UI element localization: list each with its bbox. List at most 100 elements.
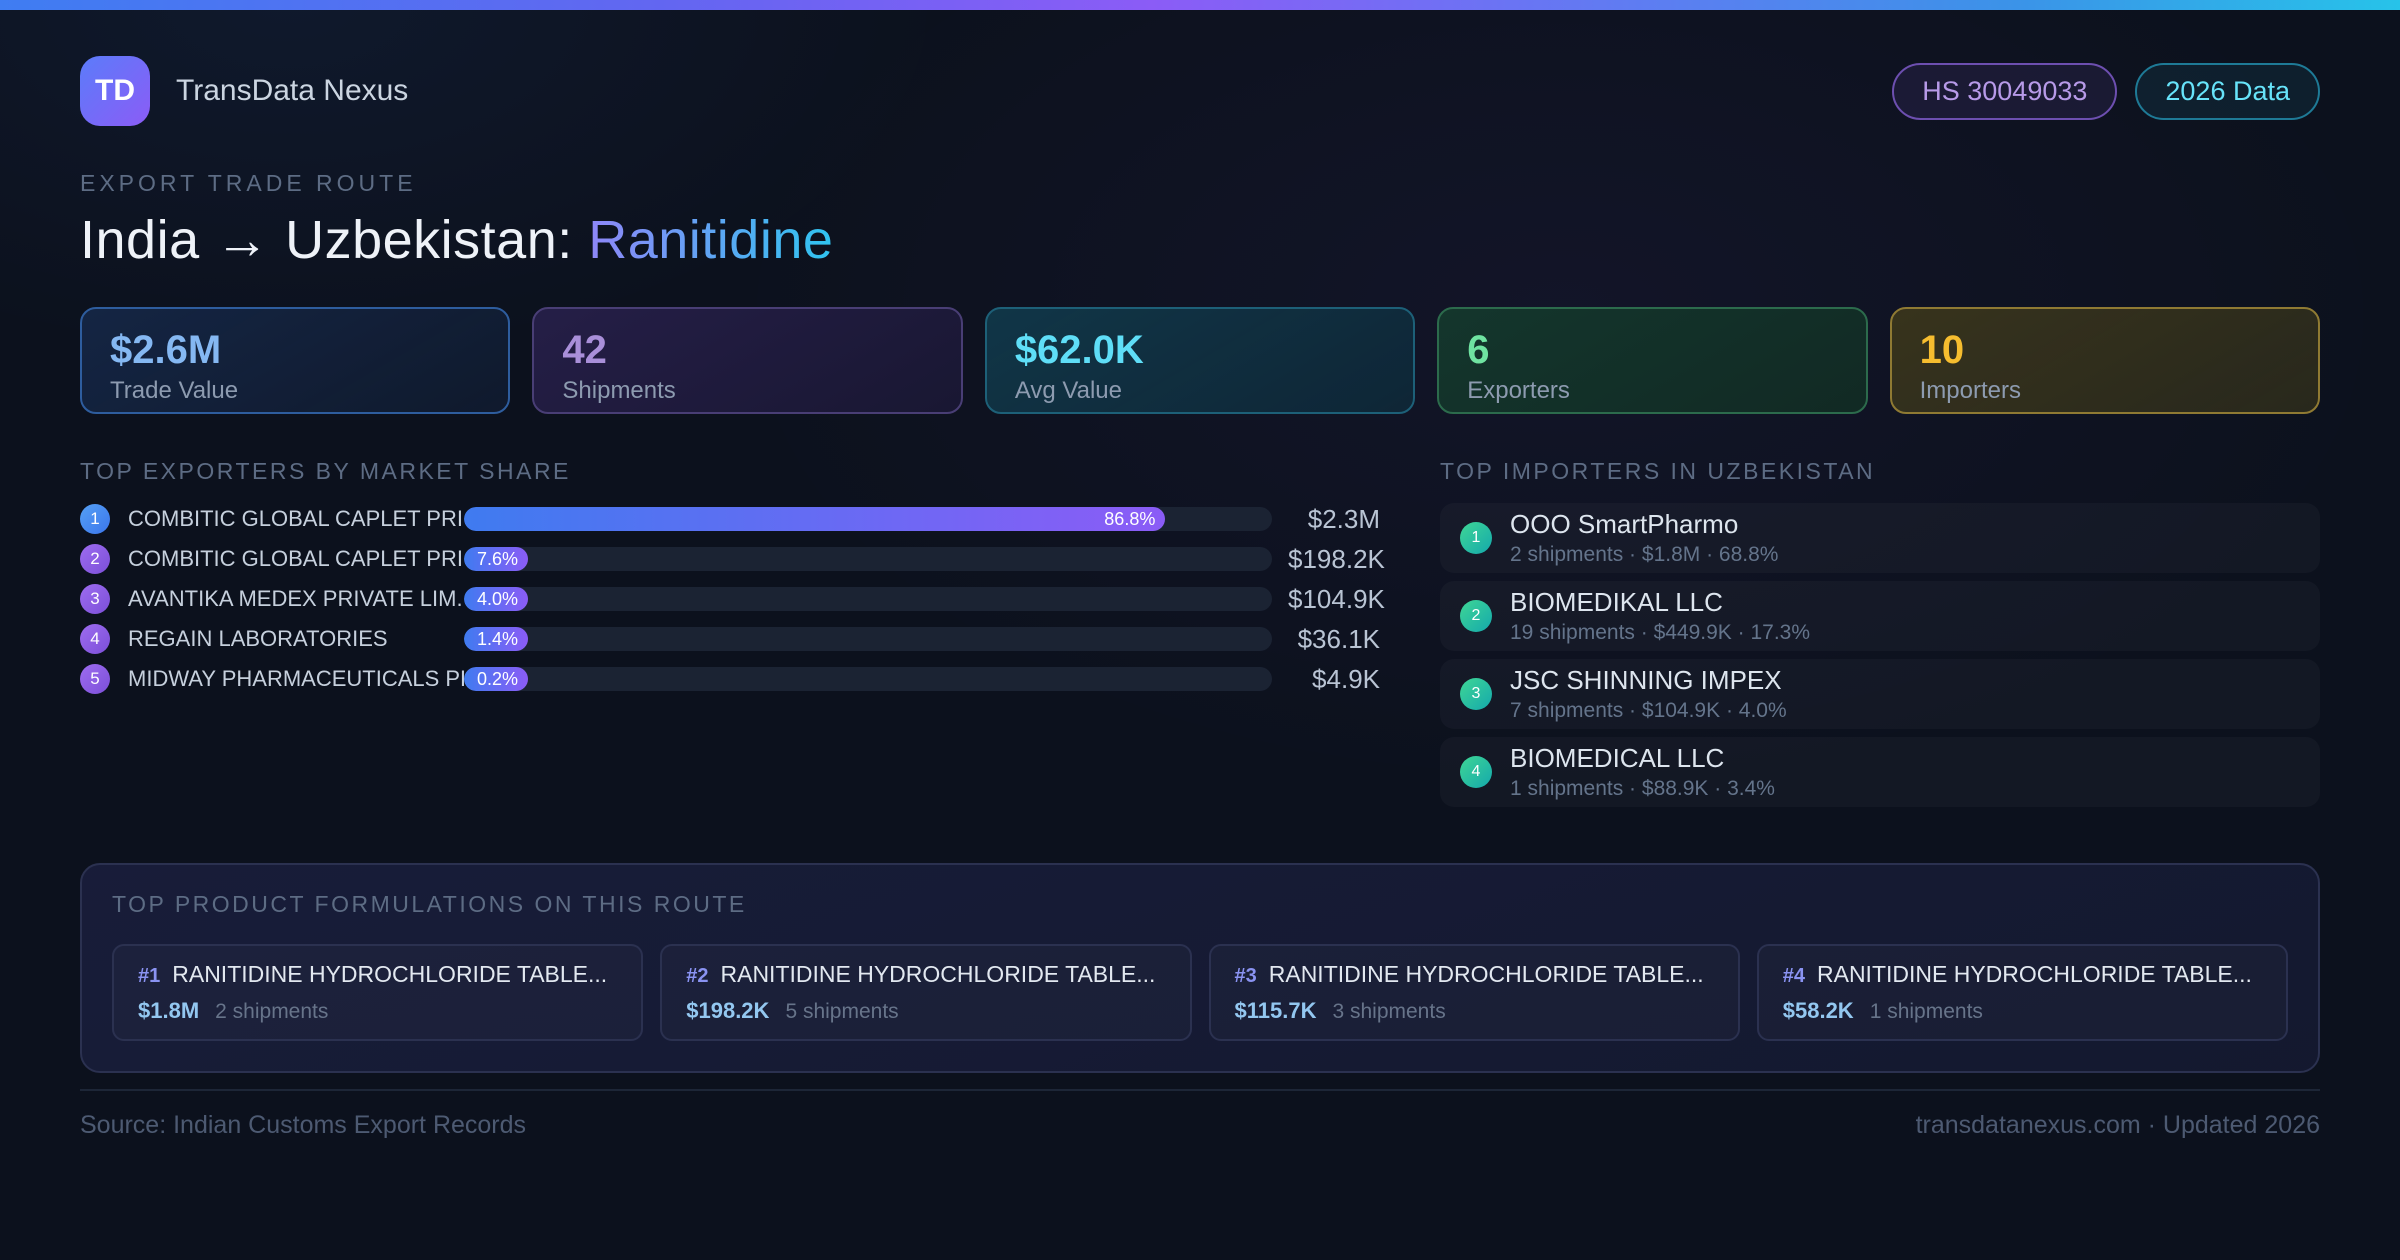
importer-text: BIOMEDIKAL LLC 19 shipments · $449.9K · … [1510,587,1810,645]
importer-item[interactable]: 1 OOO SmartPharmo 2 shipments · $1.8M · … [1440,503,2320,573]
rank-badge: 1 [1460,522,1492,554]
stats-row: $2.6M Trade Value 42 Shipments $62.0K Av… [80,307,2320,414]
market-share-bar-fill: 7.6% [464,547,528,571]
formulation-meta-row: $58.2K 1 shipments [1783,998,2262,1024]
stat-label: Shipments [562,377,932,405]
stat-card-avg-value: $62.0K Avg Value [985,307,1415,414]
formulation-name: RANITIDINE HYDROCHLORIDE TABLE... [172,961,607,988]
formulations-cards: #1 RANITIDINE HYDROCHLORIDE TABLE... $1.… [112,944,2288,1041]
formulation-value: $58.2K [1783,998,1854,1024]
market-share-label: 7.6% [477,549,518,570]
formulation-title-row: #1 RANITIDINE HYDROCHLORIDE TABLE... [138,961,617,988]
formulation-title-row: #4 RANITIDINE HYDROCHLORIDE TABLE... [1783,961,2262,988]
formulation-meta-row: $1.8M 2 shipments [138,998,617,1024]
formulation-name: RANITIDINE HYDROCHLORIDE TABLE... [1817,961,2252,988]
rank-badge: 2 [1460,600,1492,632]
footer-source: Source: Indian Customs Export Records [80,1111,526,1140]
market-share-bar-track: 1.4% [464,627,1272,651]
importer-item[interactable]: 4 BIOMEDICAL LLC 1 shipments · $88.9K · … [1440,737,2320,807]
brand: TD TransData Nexus [80,56,408,126]
exporter-name: MIDWAY PHARMACEUTICALS PRI... [128,666,464,692]
formulation-value: $115.7K [1235,998,1317,1024]
header: TD TransData Nexus HS 30049033 2026 Data [80,56,2320,126]
data-year-badge[interactable]: 2026 Data [2135,63,2320,120]
exporter-row[interactable]: 3 AVANTIKA MEDEX PRIVATE LIM... 4.0% $10… [80,579,1380,619]
market-share-bar-fill: 86.8% [464,507,1165,531]
market-share-label: 1.4% [477,629,518,650]
stat-card-importers: 10 Importers [1890,307,2320,414]
exporter-row[interactable]: 4 REGAIN LABORATORIES 1.4% $36.1K [80,619,1380,659]
stat-value: 42 [562,328,932,372]
importer-item[interactable]: 2 BIOMEDIKAL LLC 19 shipments · $449.9K … [1440,581,2320,651]
exporter-row[interactable]: 5 MIDWAY PHARMACEUTICALS PRI... 0.2% $4.… [80,659,1380,699]
formulation-card[interactable]: #1 RANITIDINE HYDROCHLORIDE TABLE... $1.… [112,944,643,1041]
rank-badge: 2 [80,544,110,574]
importer-name: BIOMEDIKAL LLC [1510,587,1810,618]
formulation-card[interactable]: #3 RANITIDINE HYDROCHLORIDE TABLE... $11… [1209,944,1740,1041]
formulation-name: RANITIDINE HYDROCHLORIDE TABLE... [721,961,1156,988]
exporter-row[interactable]: 1 COMBITIC GLOBAL CAPLET PRI... 86.8% $2… [80,499,1380,539]
importer-meta: 7 shipments · $104.9K · 4.0% [1510,699,1787,723]
app-name: TransData Nexus [176,74,408,108]
formulation-card[interactable]: #4 RANITIDINE HYDROCHLORIDE TABLE... $58… [1757,944,2288,1041]
rank-badge: 4 [80,624,110,654]
exporters-list: 1 COMBITIC GLOBAL CAPLET PRI... 86.8% $2… [80,499,1380,699]
formulations-heading: TOP PRODUCT FORMULATIONS ON THIS ROUTE [112,891,2288,918]
formulation-meta-row: $115.7K 3 shipments [1235,998,1714,1024]
importer-name: JSC SHINNING IMPEX [1510,665,1787,696]
formulation-title-row: #3 RANITIDINE HYDROCHLORIDE TABLE... [1235,961,1714,988]
stat-value: $62.0K [1015,328,1385,372]
market-share-label: 86.8% [1104,509,1155,530]
market-share-bar-track: 86.8% [464,507,1272,531]
stat-value: 6 [1467,328,1837,372]
stat-label: Avg Value [1015,377,1385,405]
app-logo: TD [80,56,150,126]
market-share-bar-track: 0.2% [464,667,1272,691]
rank-badge: 5 [80,664,110,694]
importer-name: OOO SmartPharmo [1510,509,1778,540]
main-columns: TOP EXPORTERS BY MARKET SHARE 1 COMBITIC… [80,458,2320,815]
formulation-shipments: 1 shipments [1870,1000,1983,1024]
page-title: India → Uzbekistan: Ranitidine [80,209,2320,271]
rank-badge: 3 [80,584,110,614]
stat-label: Trade Value [110,377,480,405]
page-title-route: India → Uzbekistan: [80,210,588,270]
formulation-shipments: 5 shipments [785,1000,898,1024]
formulation-meta-row: $198.2K 5 shipments [686,998,1165,1024]
rank-badge: 3 [1460,678,1492,710]
importer-meta: 19 shipments · $449.9K · 17.3% [1510,621,1810,645]
accent-gradient-bar [0,0,2400,10]
exporter-name: REGAIN LABORATORIES [128,626,464,652]
page-title-product: Ranitidine [588,210,833,270]
formulation-rank: #2 [686,965,708,988]
exporter-name: AVANTIKA MEDEX PRIVATE LIM... [128,586,464,612]
stat-value: $2.6M [110,328,480,372]
market-share-bar-fill: 0.2% [464,667,528,691]
hs-code-badge[interactable]: HS 30049033 [1892,63,2117,120]
market-share-label: 4.0% [477,589,518,610]
eyebrow-label: EXPORT TRADE ROUTE [80,170,2320,197]
stat-card-shipments: 42 Shipments [532,307,962,414]
formulation-rank: #3 [1235,965,1257,988]
stat-value: 10 [1920,328,2290,372]
formulation-rank: #4 [1783,965,1805,988]
formulation-rank: #1 [138,965,160,988]
stat-card-exporters: 6 Exporters [1437,307,1867,414]
exporter-row[interactable]: 2 COMBITIC GLOBAL CAPLET PRI... 7.6% $19… [80,539,1380,579]
market-share-bar-track: 7.6% [464,547,1272,571]
rank-badge: 4 [1460,756,1492,788]
exporter-value: $198.2K [1288,544,1380,575]
exporter-value: $36.1K [1288,624,1380,655]
importers-section: TOP IMPORTERS IN UZBEKISTAN 1 OOO SmartP… [1440,458,2320,815]
logo-monogram: TD [95,74,135,108]
formulations-panel: TOP PRODUCT FORMULATIONS ON THIS ROUTE #… [80,863,2320,1073]
importer-item[interactable]: 3 JSC SHINNING IMPEX 7 shipments · $104.… [1440,659,2320,729]
formulation-card[interactable]: #2 RANITIDINE HYDROCHLORIDE TABLE... $19… [660,944,1191,1041]
exporter-value: $2.3M [1288,504,1380,535]
formulation-shipments: 2 shipments [215,1000,328,1024]
stat-label: Importers [1920,377,2290,405]
formulation-title-row: #2 RANITIDINE HYDROCHLORIDE TABLE... [686,961,1165,988]
importer-meta: 2 shipments · $1.8M · 68.8% [1510,543,1778,567]
formulation-name: RANITIDINE HYDROCHLORIDE TABLE... [1269,961,1704,988]
importer-text: OOO SmartPharmo 2 shipments · $1.8M · 68… [1510,509,1778,567]
